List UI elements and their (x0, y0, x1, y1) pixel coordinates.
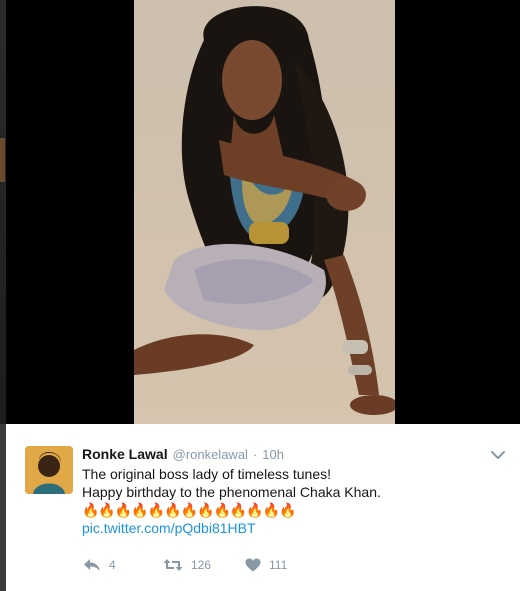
reply-count: 4 (109, 558, 116, 572)
fire-emoji-row: 🔥🔥🔥🔥🔥🔥🔥🔥🔥🔥🔥🔥🔥 (82, 502, 297, 518)
reply-icon[interactable] (83, 558, 101, 572)
photo-illustration (134, 0, 395, 424)
heart-icon[interactable] (245, 558, 261, 572)
background-thumbnail (0, 138, 5, 182)
like-action[interactable]: 111 (245, 558, 325, 572)
tweet-card: Ronke Lawal @ronkelawal · 10h The origin… (6, 424, 520, 591)
reply-action[interactable]: 4 (83, 558, 163, 572)
chevron-down-icon[interactable] (490, 448, 506, 460)
like-count: 111 (269, 558, 288, 572)
retweet-icon[interactable] (163, 558, 183, 572)
tweet-header: Ronke Lawal @ronkelawal · 10h (82, 446, 284, 464)
header-separator: · (252, 447, 258, 462)
avatar[interactable] (25, 446, 73, 494)
tweet-photo[interactable] (134, 0, 395, 424)
avatar-image (25, 446, 73, 494)
tweet-timestamp[interactable]: 10h (262, 447, 284, 462)
tweet-line-1: The original boss lady of timeless tunes… (82, 466, 332, 482)
retweet-action[interactable]: 126 (163, 558, 245, 572)
tweet-line-2: Happy birthday to the phenomenal Chaka K… (82, 484, 381, 500)
author-handle[interactable]: @ronkelawal (173, 447, 248, 462)
author-name[interactable]: Ronke Lawal (82, 446, 168, 462)
tweet-actions: 4 126 111 (83, 558, 325, 572)
background-page-edge (0, 0, 6, 424)
tweet-media-link[interactable]: pic.twitter.com/pQdbi81HBT (82, 519, 502, 537)
tweet-text: The original boss lady of timeless tunes… (82, 465, 502, 537)
retweet-count: 126 (191, 558, 212, 572)
